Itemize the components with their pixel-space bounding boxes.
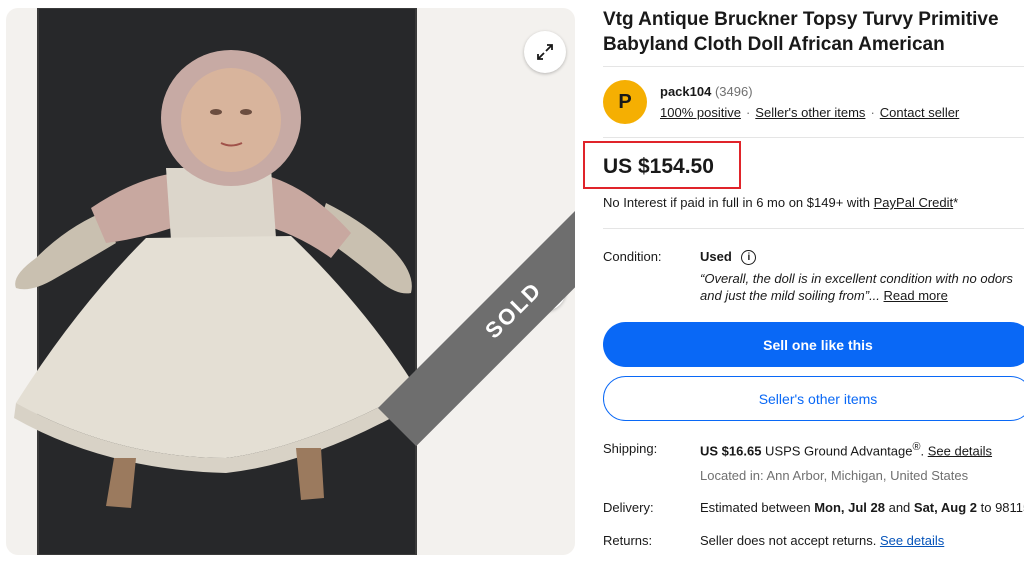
- returns-text: Seller does not accept returns.: [700, 533, 880, 548]
- delivery-end: Sat, Aug 2: [913, 500, 977, 515]
- contact-seller-link[interactable]: Contact seller: [880, 105, 959, 120]
- shipping-period: .: [920, 443, 925, 459]
- condition-quote-line2: and just the mild soiling from”... Read …: [700, 288, 948, 303]
- info-icon[interactable]: i: [741, 250, 757, 266]
- shipping-see-details-link[interactable]: See details: [928, 443, 992, 458]
- delivery-start: Mon, Jul 28: [814, 500, 885, 515]
- shipping-value: US $16.65 USPS Ground Advantage®. See de…: [700, 441, 992, 458]
- sell-one-like-this-button[interactable]: Sell one like this: [603, 322, 1024, 367]
- delivery-prefix: Estimated between: [700, 500, 815, 515]
- price: US $154.50: [603, 155, 714, 178]
- seller-other-items-button[interactable]: Seller's other items: [603, 376, 1024, 421]
- seller-info: pack104 (3496): [660, 84, 753, 99]
- shipping-price: US $16.65: [700, 443, 762, 459]
- divider: [603, 228, 1024, 229]
- positive-feedback-link[interactable]: 100% positive: [660, 105, 741, 120]
- delivery-label: Delivery:: [603, 500, 654, 515]
- condition-quote-line1: “Overall, the doll is in excellent condi…: [700, 271, 1013, 286]
- delivery-and: and: [884, 500, 914, 515]
- delivery-suffix: to 98115: [980, 500, 1024, 515]
- listing-title: Vtg Antique Bruckner Topsy Turvy Primiti…: [603, 9, 999, 55]
- returns-label: Returns:: [603, 533, 653, 548]
- shipping-label: Shipping:: [603, 441, 658, 456]
- item-location: Located in: Ann Arbor, Michigan, United …: [700, 468, 969, 483]
- seller-feedback-count: (3496): [714, 84, 753, 99]
- divider: [603, 137, 1024, 138]
- delivery-value: Estimated between Mon, Jul 28 and Sat, A…: [700, 500, 1024, 515]
- condition-value: Used i: [700, 249, 757, 266]
- shipping-service: USPS Ground Advantage: [761, 443, 913, 459]
- credit-offer: No Interest if paid in full in 6 mo on $…: [603, 195, 958, 210]
- expand-icon: [537, 44, 553, 60]
- seller-links: 100% positive · Seller's other items · Conta…: [660, 105, 960, 120]
- item-photo[interactable]: [6, 8, 575, 555]
- credit-suffix: *: [953, 195, 959, 210]
- expand-button[interactable]: [524, 31, 566, 73]
- credit-text: No Interest if paid in full in 6 mo on $…: [603, 195, 874, 210]
- image-gallery: SOLD: [6, 8, 575, 555]
- paypal-credit-link[interactable]: PayPal Credit: [874, 195, 953, 210]
- listing-details: Vtg Antique Bruckner Topsy Turvy Primiti…: [583, 0, 1024, 561]
- seller-other-items-link[interactable]: Seller's other items: [755, 105, 865, 120]
- condition-label: Condition:: [603, 249, 662, 264]
- read-more-link[interactable]: Read more: [884, 288, 948, 303]
- seller-avatar[interactable]: P: [603, 80, 647, 124]
- avatar-letter: P: [618, 90, 632, 113]
- returns-value: Seller does not accept returns. See deta…: [700, 533, 944, 548]
- divider: [603, 66, 1024, 67]
- condition-quote-text: and just the mild soiling from”...: [700, 288, 880, 303]
- returns-see-details-link[interactable]: See details: [880, 533, 944, 548]
- condition-used: Used: [700, 249, 732, 264]
- seller-name[interactable]: pack104: [660, 84, 711, 99]
